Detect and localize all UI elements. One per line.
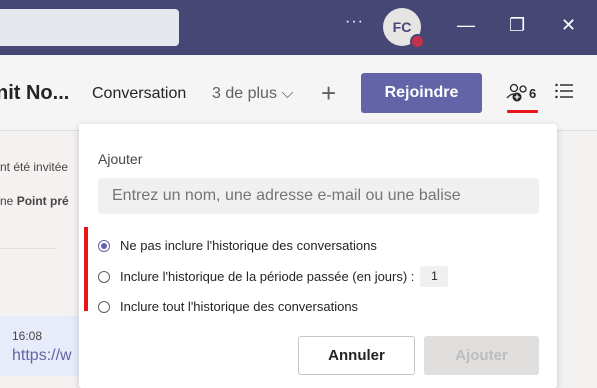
close-button[interactable]: ✕ bbox=[561, 15, 576, 35]
annotation-bar bbox=[84, 227, 88, 311]
more-options-icon[interactable]: ··· bbox=[345, 13, 364, 31]
history-option-days[interactable]: Inclure l'historique de la période passé… bbox=[98, 266, 449, 287]
message-card bbox=[0, 316, 90, 376]
radio-button[interactable] bbox=[98, 270, 110, 283]
days-input[interactable]: 1 bbox=[420, 266, 449, 287]
search-box[interactable] bbox=[0, 9, 179, 46]
member-search-input[interactable] bbox=[98, 178, 539, 214]
channel-title: nit No... bbox=[0, 82, 70, 104]
radio-button[interactable] bbox=[98, 300, 110, 313]
add-tab-button[interactable]: + bbox=[321, 78, 336, 109]
radio-button-checked[interactable] bbox=[98, 239, 110, 252]
history-option-none[interactable]: Ne pas inclure l'historique des conversa… bbox=[98, 238, 377, 253]
add-button[interactable]: Ajouter bbox=[424, 336, 539, 375]
cancel-button[interactable]: Annuler bbox=[298, 336, 415, 375]
option-label: Ne pas inclure l'historique des conversa… bbox=[120, 238, 377, 253]
feed-text-prefix: ne bbox=[0, 194, 17, 208]
add-member-popup: Ajouter Ne pas inclure l'historique des … bbox=[79, 124, 557, 388]
minimize-button[interactable]: — bbox=[457, 15, 475, 35]
participants-count: 6 bbox=[529, 86, 537, 101]
feed-text: ne Point pré bbox=[0, 194, 69, 208]
message-link[interactable]: https://w bbox=[12, 347, 72, 365]
restore-button[interactable]: ❐ bbox=[509, 15, 525, 35]
tab-conversation[interactable]: Conversation bbox=[92, 85, 186, 103]
add-label: Ajouter bbox=[98, 151, 143, 167]
message-time: 16:08 bbox=[12, 329, 43, 343]
feed-text-bold: Point pré bbox=[16, 194, 69, 208]
option-label: Inclure l'historique de la période passé… bbox=[120, 269, 415, 284]
tab-more-dropdown[interactable]: 3 de plus ⌵ bbox=[212, 85, 294, 103]
feed-text: nt été invitée bbox=[0, 160, 69, 174]
presence-busy-icon bbox=[410, 34, 425, 49]
option-label: Inclure tout l'historique des conversati… bbox=[120, 299, 359, 314]
avatar-initials: FC bbox=[392, 19, 412, 35]
history-option-all[interactable]: Inclure tout l'historique des conversati… bbox=[98, 299, 358, 314]
list-icon[interactable] bbox=[555, 83, 573, 99]
annotation-underline bbox=[507, 110, 538, 113]
join-button[interactable]: Rejoindre bbox=[361, 73, 482, 113]
divider bbox=[0, 248, 57, 249]
